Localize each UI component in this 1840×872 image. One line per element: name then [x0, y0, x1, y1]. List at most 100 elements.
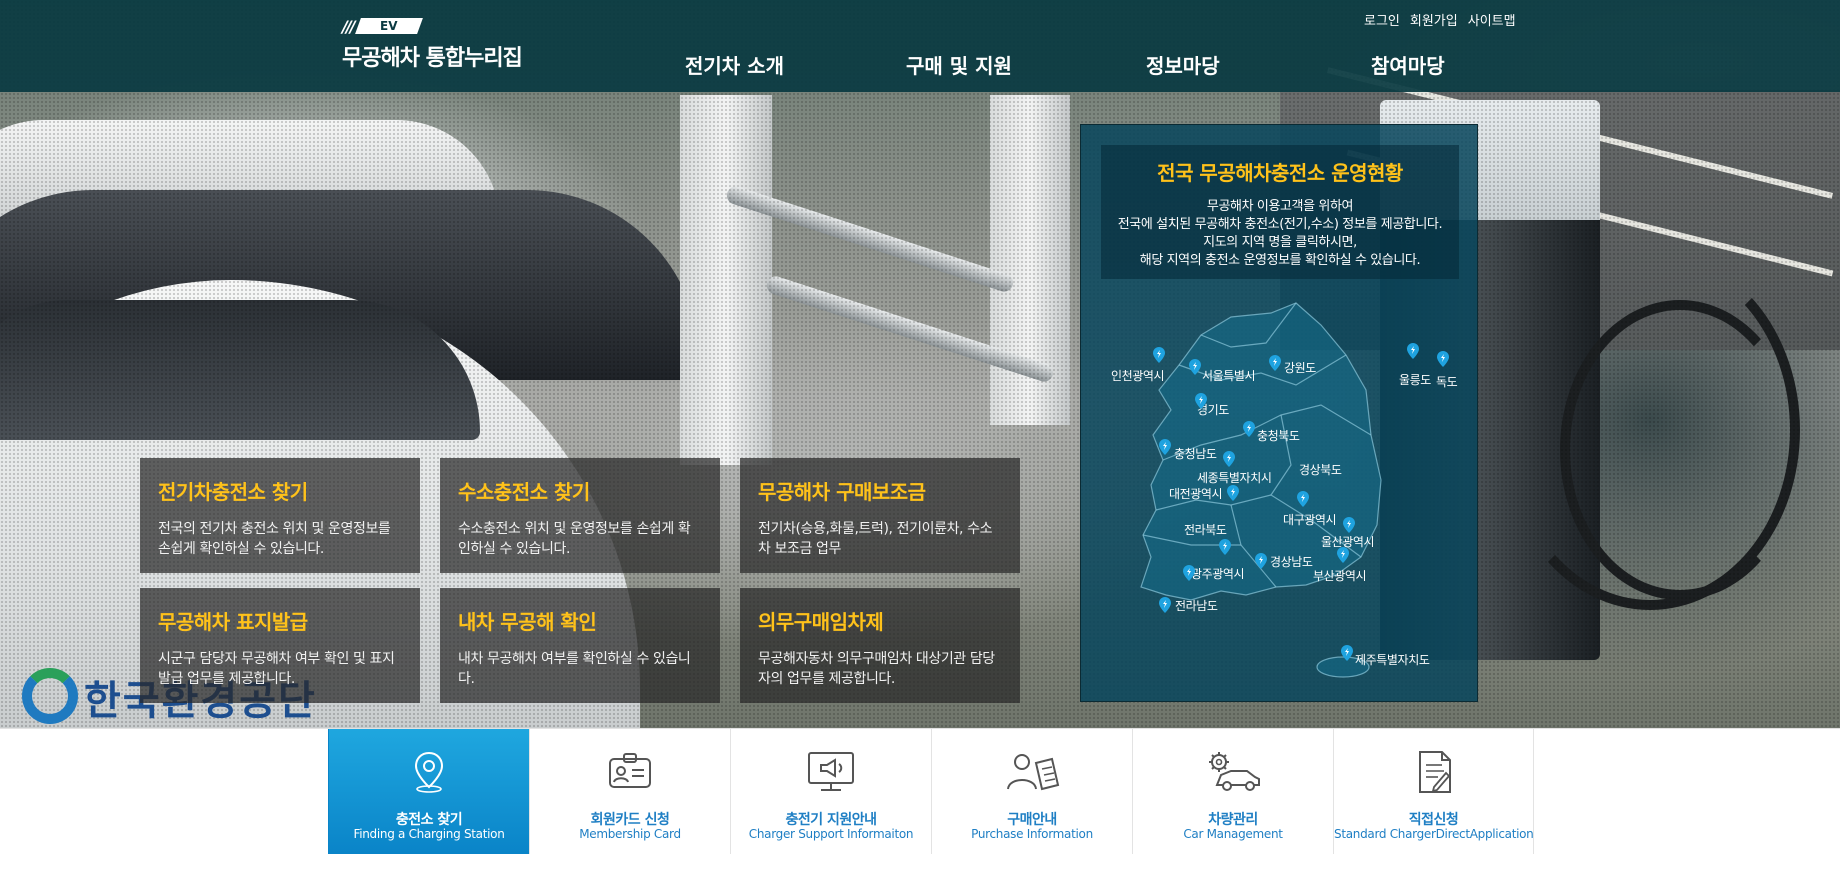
quick-car-management[interactable]: 차량관리 Car Management — [1132, 729, 1333, 854]
map-pin-icon[interactable] — [1243, 421, 1255, 437]
status-panel-title: 전국 무공해차충전소 운영현황 — [1157, 161, 1403, 185]
region-label: 대구광역시 — [1283, 513, 1337, 527]
tile-desc: 무공해자동차 의무구매임차 대상기관 담당자의 업무를 제공합니다. — [758, 651, 995, 687]
quick-label-en: Car Management — [1183, 827, 1283, 841]
map-pin-icon[interactable] — [1159, 439, 1171, 455]
map-pin-icon[interactable] — [1227, 485, 1239, 501]
region-label: 독도 — [1436, 375, 1458, 389]
tile-title: 무공해차 표지발급 — [158, 610, 308, 634]
region-label: 광주광역시 — [1191, 567, 1245, 581]
map-pin-icon[interactable] — [1437, 351, 1449, 367]
ev-tag: EV — [354, 18, 423, 34]
region-jeonbuk[interactable]: 전라북도 — [1184, 521, 1227, 538]
tile-title: 수소충전소 찾기 — [458, 480, 590, 504]
map-pin-icon[interactable] — [1297, 491, 1309, 507]
status-panel-desc: 무공해차 이용고객을 위하여 전국에 설치된 무공해차 충전소(전기,수소) 정… — [1101, 198, 1459, 270]
quick-purchase-info[interactable]: 구매안내 Purchase Information — [931, 729, 1132, 854]
region-label: 울릉도 — [1399, 373, 1431, 387]
region-daejeon[interactable]: 대전광역시 — [1169, 485, 1223, 502]
map-pin-icon[interactable] — [1223, 451, 1235, 467]
region-chungbuk[interactable]: 충청북도 — [1257, 427, 1300, 444]
quick-label-ko: 회원카드 신청 — [590, 812, 670, 828]
tile-title: 전기차충전소 찾기 — [158, 480, 308, 504]
region-label: 경상남도 — [1270, 555, 1313, 569]
tile-purchase-subsidy[interactable]: 무공해차 구매보조금 전기차(승용,화물,트럭), 전기이륜차, 수소차 보조금… — [740, 458, 1020, 573]
region-label: 강원도 — [1284, 361, 1316, 375]
site-header: /// EV 무공해차 통합누리집 로그인 회원가입 사이트맵 전기차 소개 구… — [0, 0, 1840, 92]
tile-mandatory-purchase[interactable]: 의무구매임차제 무공해자동차 의무구매임차 대상기관 담당자의 업무를 제공합니… — [740, 588, 1020, 703]
region-label: 세종특별자치시 — [1197, 471, 1272, 485]
monitor-megaphone-icon — [808, 752, 854, 791]
nav-ev-intro[interactable]: 전기차 소개 — [685, 50, 784, 79]
map-pin-icon[interactable] — [1407, 343, 1419, 359]
region-label: 전라북도 — [1184, 523, 1227, 537]
region-gyeongbuk[interactable]: 경상북도 — [1299, 461, 1342, 478]
region-jeju[interactable]: 제주특별자치도 — [1355, 651, 1430, 668]
map-pin-icon[interactable] — [1269, 355, 1281, 371]
tile-desc: 수소충전소 위치 및 운영정보를 손쉽게 확인하실 수 있습니다. — [458, 521, 691, 557]
quick-label-en: Standard ChargerDirectApplication — [1334, 827, 1534, 841]
quick-membership-card[interactable]: 회원카드 신청 Membership Card — [529, 729, 730, 854]
quick-label-ko: 구매안내 — [1007, 812, 1057, 828]
tile-ev-charger-search[interactable]: 전기차충전소 찾기 전국의 전기차 충전소 위치 및 운영정보를 손쉽게 확인하… — [140, 458, 420, 573]
tile-title: 내차 무공해 확인 — [458, 610, 597, 634]
tile-desc: 전기차(승용,화물,트럭), 전기이륜차, 수소차 보조금 업무 — [758, 521, 993, 557]
region-sejong[interactable]: 세종특별자치시 — [1197, 469, 1272, 486]
region-incheon[interactable]: 인천광역시 — [1111, 367, 1165, 384]
nav-participation[interactable]: 참여마당 — [1371, 50, 1445, 79]
region-label: 충청북도 — [1257, 429, 1300, 443]
status-panel-desc-line: 전국에 설치된 무공해차 충전소(전기,수소) 정보를 제공합니다. — [1117, 217, 1443, 232]
map-pin-icon[interactable] — [1189, 359, 1201, 375]
region-dokdo[interactable]: 독도 — [1436, 373, 1458, 390]
map-pin-icon[interactable] — [1195, 393, 1207, 409]
nav-purchase-support[interactable]: 구매 및 지원 — [906, 50, 1012, 79]
quick-label-en: Charger Support Informaiton — [748, 827, 914, 841]
quick-menu: 충전소 찾기 Finding a Charging Station 회원카드 신… — [0, 728, 1840, 872]
tile-label-issuance[interactable]: 무공해차 표지발급 시군구 담당자 무공해차 여부 확인 및 표지발급 업무를 … — [140, 588, 420, 703]
tile-desc: 시군구 담당자 무공해차 여부 확인 및 표지발급 업무를 제공합니다. — [158, 651, 395, 687]
tile-desc: 전국의 전기차 충전소 위치 및 운영정보를 손쉽게 확인하실 수 있습니다. — [158, 521, 391, 557]
map-pin-icon[interactable] — [1159, 597, 1171, 613]
map-pin-icon[interactable] — [1219, 539, 1231, 555]
region-gwangju[interactable]: 광주광역시 — [1191, 565, 1245, 582]
region-chungnam[interactable]: 충청남도 — [1174, 445, 1217, 462]
map-pin-icon[interactable] — [1337, 547, 1349, 563]
region-jeonnam[interactable]: 전라남도 — [1175, 597, 1218, 614]
tile-desc: 내차 무공해차 여부를 확인하실 수 있습니다. — [458, 651, 691, 687]
utility-links: 로그인 회원가입 사이트맵 — [1364, 10, 1516, 29]
person-document-icon — [1007, 754, 1060, 791]
quick-label-ko: 차량관리 — [1208, 812, 1258, 828]
region-ulleungdo[interactable]: 울릉도 — [1399, 371, 1431, 388]
id-card-icon — [609, 753, 651, 788]
region-daegu[interactable]: 대구광역시 — [1283, 511, 1337, 528]
region-gangwon[interactable]: 강원도 — [1284, 359, 1316, 376]
region-seoul[interactable]: 서울특별시 — [1202, 367, 1256, 384]
map-pin-icon[interactable] — [1343, 517, 1355, 533]
sitemap-link[interactable]: 사이트맵 — [1468, 10, 1516, 29]
quick-label-en: Purchase Information — [971, 827, 1093, 841]
region-busan[interactable]: 부산광역시 — [1313, 567, 1367, 584]
document-pen-icon — [1418, 751, 1451, 793]
map-pin-icon[interactable] — [1255, 553, 1267, 569]
region-label: 인천광역시 — [1111, 369, 1165, 383]
login-link[interactable]: 로그인 — [1364, 10, 1400, 29]
gear-car-icon — [1209, 752, 1260, 791]
signup-link[interactable]: 회원가입 — [1410, 10, 1458, 29]
quick-charger-support[interactable]: 충전기 지원안내 Charger Support Informaiton — [730, 729, 931, 854]
region-label: 대전광역시 — [1169, 487, 1223, 501]
map-pin-icon[interactable] — [1153, 347, 1165, 363]
quick-charger-search[interactable]: 충전소 찾기 Finding a Charging Station — [328, 729, 529, 854]
quick-direct-application[interactable]: 직접신청 Standard ChargerDirectApplication — [1333, 729, 1534, 854]
quick-label-ko: 충전기 지원안내 — [785, 812, 877, 828]
map-pin-icon[interactable] — [1341, 645, 1353, 661]
nav-info[interactable]: 정보마당 — [1146, 50, 1220, 79]
map-pin-icon[interactable] — [1183, 565, 1195, 581]
tile-hydrogen-station-search[interactable]: 수소충전소 찾기 수소충전소 위치 및 운영정보를 손쉽게 확인하실 수 있습니… — [440, 458, 720, 573]
region-gyeongnam[interactable]: 경상남도 — [1270, 553, 1313, 570]
region-label: 전라남도 — [1175, 599, 1218, 613]
logo-slashes-icon: /// — [342, 16, 355, 36]
quick-label-ko: 직접신청 — [1408, 812, 1459, 828]
tile-my-car-check[interactable]: 내차 무공해 확인 내차 무공해차 여부를 확인하실 수 있습니다. — [440, 588, 720, 703]
tile-title: 무공해차 구매보조금 — [758, 480, 926, 504]
charging-status-panel: 전국 무공해차충전소 운영현황 무공해차 이용고객을 위하여 전국에 설치된 무… — [1080, 124, 1478, 702]
